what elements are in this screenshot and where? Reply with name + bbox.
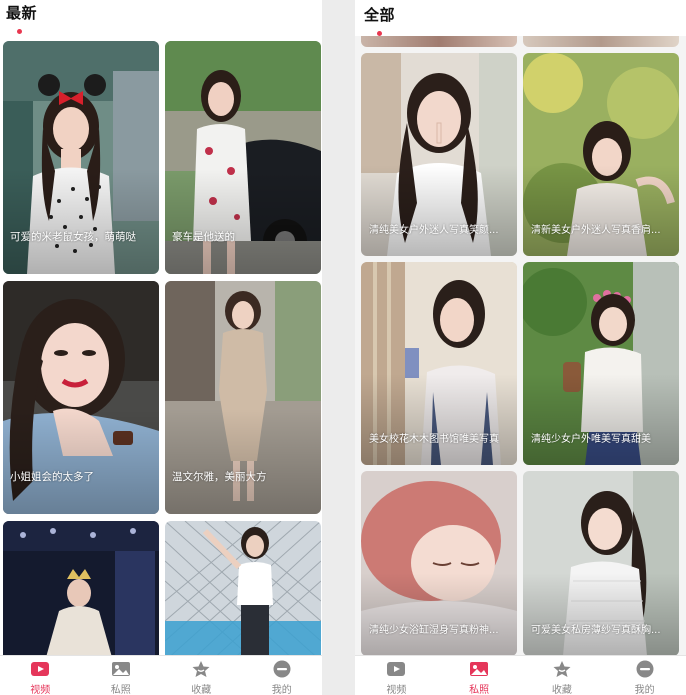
tab-indicator-dot [377,31,382,36]
star-icon [553,661,571,677]
tab-profile[interactable]: 我的 [242,656,323,695]
card-caption: 可爱的米老鼠女孩，萌萌哒 [10,231,136,243]
caption-shade [3,169,159,274]
profile-icon [636,660,654,678]
tab-favorites[interactable]: 收藏 [161,656,242,695]
tab-label: 我的 [271,685,292,695]
caption-shade [165,409,321,514]
card-photo [165,521,321,661]
caption-shade [361,373,517,465]
tab-video[interactable]: 视频 [355,656,438,695]
card-caption: 小姐姐会的太多了 [10,471,94,483]
card-caption: 温文尔雅，美丽大方 [172,471,267,483]
card-photo [3,521,159,661]
photo-card[interactable]: 温文尔雅，美丽大方 [165,281,321,514]
video-icon [387,662,406,676]
latest-screen: 最新 可爱的米老鼠女孩，萌萌哒 豪车是他送的 小姐姐会的太多了 温文尔雅，美丽大… [0,0,322,695]
profile-icon [273,660,291,678]
header: 最新 [0,0,322,40]
tab-label: 收藏 [191,685,212,695]
photo-card[interactable] [3,521,159,661]
card-caption: 清新美女户外迷人写真香肩... [531,225,661,236]
photo-card[interactable]: 清新美女户外迷人写真香肩... [523,53,679,256]
bottom-tab-bar: 视频 私照 收藏 我的 [355,655,686,695]
all-screen: 全部 清纯美女户外迷人写真笑颜... 清新美女户外迷人写真香肩... 美女校花木… [355,0,686,695]
caption-shade [165,169,321,274]
photo-card[interactable]: 清纯少女户外唯美写真甜美 [523,262,679,465]
caption-shade [361,164,517,256]
caption-shade [3,409,159,514]
photo-icon [111,662,130,676]
photo-card[interactable]: 豪车是他送的 [165,41,321,274]
tab-label: 私照 [110,685,131,695]
photo-icon [470,662,489,676]
tab-video[interactable]: 视频 [0,656,81,695]
header: 全部 [355,0,686,36]
tab-label: 我的 [634,685,655,695]
photo-card[interactable]: 小姐姐会的太多了 [3,281,159,514]
card-caption: 清纯少女户外唯美写真甜美 [531,434,651,445]
caption-shade [523,164,679,256]
page-title: 全部 [364,6,396,24]
photo-card[interactable]: 清纯美女户外迷人写真笑颜... [361,53,517,256]
caption-shade [361,572,517,656]
tab-favorites[interactable]: 收藏 [521,656,604,695]
tab-label: 视频 [30,685,51,695]
card-caption: 清纯美女户外迷人写真笑颜... [369,225,499,236]
card-caption: 清纯少女浴缸湿身写真粉神... [369,625,499,636]
card-caption: 美女校花木木图书馆唯美写真 [369,434,499,445]
photo-card[interactable]: 可爱的米老鼠女孩，萌萌哒 [3,41,159,274]
tab-label: 收藏 [551,685,572,695]
caption-shade [523,373,679,465]
tab-profile[interactable]: 我的 [603,656,686,695]
tab-photos[interactable]: 私照 [438,656,521,695]
tab-photos[interactable]: 私照 [81,656,162,695]
card-caption: 可爱美女私房薄纱写真酥胸... [531,625,661,636]
video-icon [31,662,50,676]
photo-card[interactable]: 美女校花木木图书馆唯美写真 [361,262,517,465]
photo-card[interactable]: 可爱美女私房薄纱写真酥胸... [523,471,679,656]
photo-card[interactable] [165,521,321,661]
photo-card[interactable]: 清纯少女浴缸湿身写真粉神... [361,471,517,656]
caption-shade [523,572,679,656]
tab-label: 视频 [386,685,407,695]
page-title: 最新 [6,4,38,22]
card-caption: 豪车是他送的 [172,231,235,243]
bottom-tab-bar: 视频 私照 收藏 我的 [0,655,322,695]
tab-label: 私照 [469,685,490,695]
star-icon [192,661,210,677]
tab-indicator-dot [17,29,22,34]
